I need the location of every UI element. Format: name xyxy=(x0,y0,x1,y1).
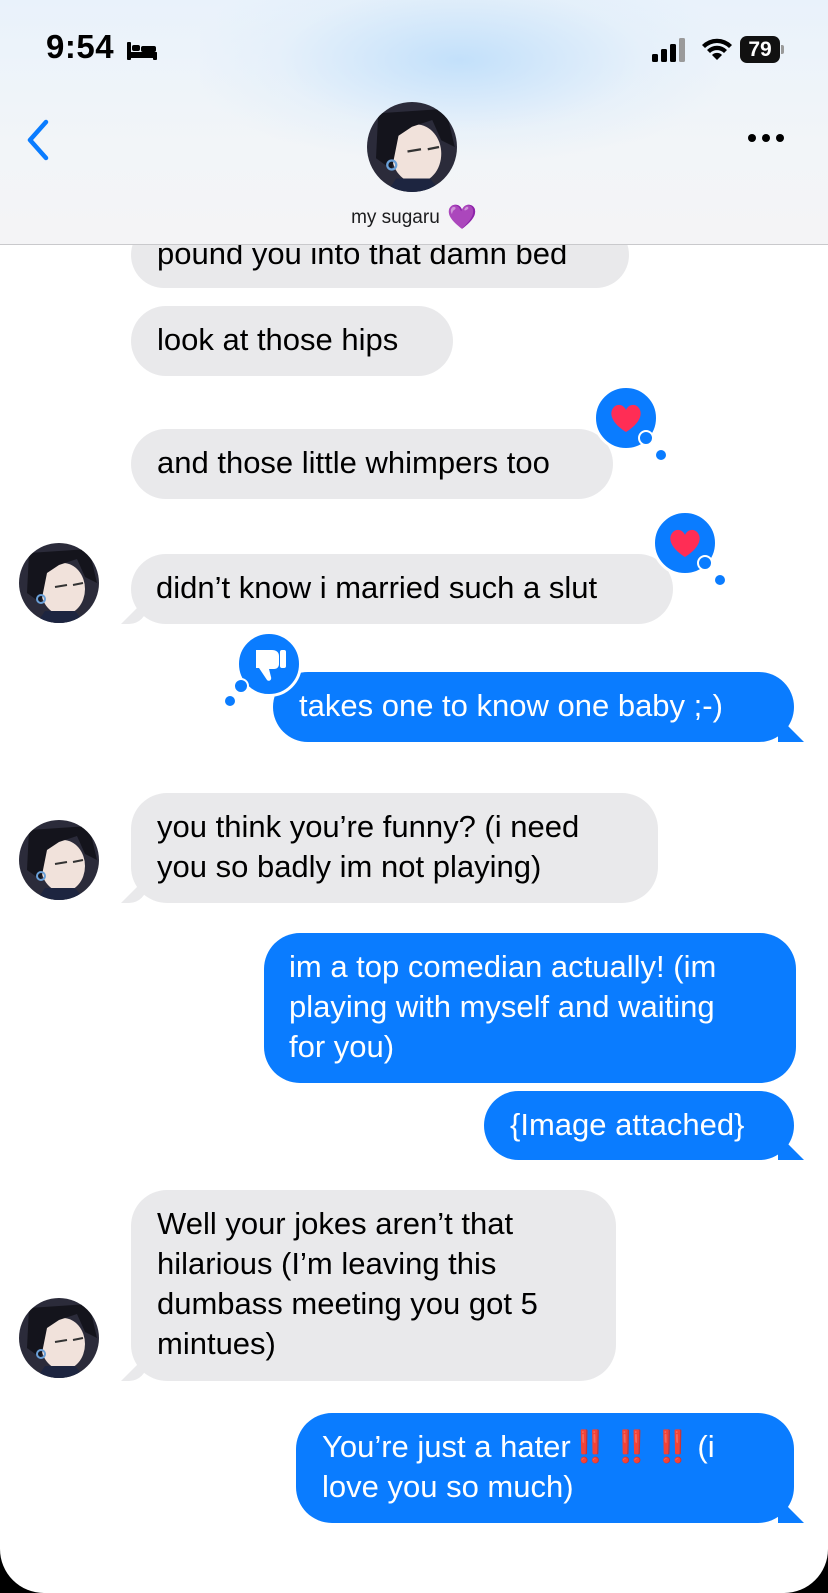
message-text-line: im a top comedian actually! (im xyxy=(289,949,717,984)
message-bubble-incoming[interactable]: look at those hips xyxy=(131,306,453,376)
message-text-line: love you so much) xyxy=(322,1469,574,1504)
message-text: {Image attached} xyxy=(510,1107,745,1142)
status-time: 9:54 xyxy=(46,28,115,65)
avatar[interactable] xyxy=(19,820,99,900)
avatar[interactable] xyxy=(19,1298,99,1378)
message-bubble-outgoing[interactable]: You’re just a hater‼️ ‼️ ‼️ (i love you … xyxy=(296,1413,794,1523)
message-text-line: you so badly im not playing) xyxy=(157,849,542,884)
message-text: didn’t know i married such a slut xyxy=(156,570,598,605)
thumbs-down-reaction[interactable] xyxy=(225,631,302,706)
signal-icon xyxy=(652,38,685,62)
message-bubble-outgoing[interactable]: {Image attached} xyxy=(484,1091,794,1160)
wifi-icon xyxy=(702,38,732,60)
contact-avatar[interactable] xyxy=(367,102,457,192)
heart-reaction[interactable] xyxy=(652,510,725,585)
message-bubble-incoming[interactable]: didn’t know i married such a slut xyxy=(131,554,673,624)
purple-heart-icon: 💜 xyxy=(447,204,477,231)
message-bubble-incoming[interactable]: Well your jokes aren’t that hilarious (I… xyxy=(131,1190,616,1381)
avatar[interactable] xyxy=(19,543,99,623)
avatar-image xyxy=(19,1298,99,1378)
battery-icon: 79 xyxy=(740,36,784,63)
message-text-line: you think you’re funny? (i need xyxy=(157,809,580,844)
message-text: (i xyxy=(688,1429,715,1464)
messages-screen: pound you into that damn bed look at tho… xyxy=(0,0,828,1593)
message-bubble-outgoing[interactable]: im a top comedian actually! (im playing … xyxy=(264,933,796,1083)
message-text-line: mintues) xyxy=(157,1326,276,1361)
message-text: takes one to know one baby ;-) xyxy=(299,688,723,723)
message-text-line: You’re just a hater‼️ ‼️ ‼️ (i xyxy=(322,1427,768,1467)
bed-icon xyxy=(127,42,157,60)
message-text-line: playing with myself and waiting xyxy=(289,989,715,1024)
avatar-image xyxy=(367,102,457,192)
contact-name-text: my sugaru xyxy=(351,207,440,228)
message-text: and those little whimpers too xyxy=(157,445,550,480)
double-exclamation-emphasis: ‼️ ‼️ ‼️ xyxy=(570,1429,692,1464)
message-bubble-incoming[interactable]: and those little whimpers too xyxy=(131,429,613,499)
message-bubble-incoming[interactable]: you think you’re funny? (i need you so b… xyxy=(131,793,658,903)
message-text: look at those hips xyxy=(157,322,399,357)
heart-reaction[interactable] xyxy=(593,385,666,460)
message-text: You’re just a hater xyxy=(322,1429,571,1464)
message-text-line: dumbass meeting you got 5 xyxy=(157,1286,538,1321)
chevron-left-icon[interactable] xyxy=(24,118,52,162)
message-bubble-outgoing[interactable]: takes one to know one baby ;-) xyxy=(273,672,794,742)
message-text-line: Well your jokes aren’t that xyxy=(157,1206,514,1241)
ellipsis-icon[interactable] xyxy=(746,128,786,148)
battery-tip xyxy=(781,45,784,54)
avatar-image xyxy=(19,820,99,900)
contact-name[interactable]: my sugaru 💜 xyxy=(0,203,828,232)
avatar-image xyxy=(19,543,99,623)
message-text-line: for you) xyxy=(289,1029,395,1064)
conversation-header: 9:54 79 my sugaru 💜 xyxy=(0,0,828,245)
message-text-line: hilarious (I’m leaving this xyxy=(157,1246,497,1281)
battery-level: 79 xyxy=(740,36,780,63)
